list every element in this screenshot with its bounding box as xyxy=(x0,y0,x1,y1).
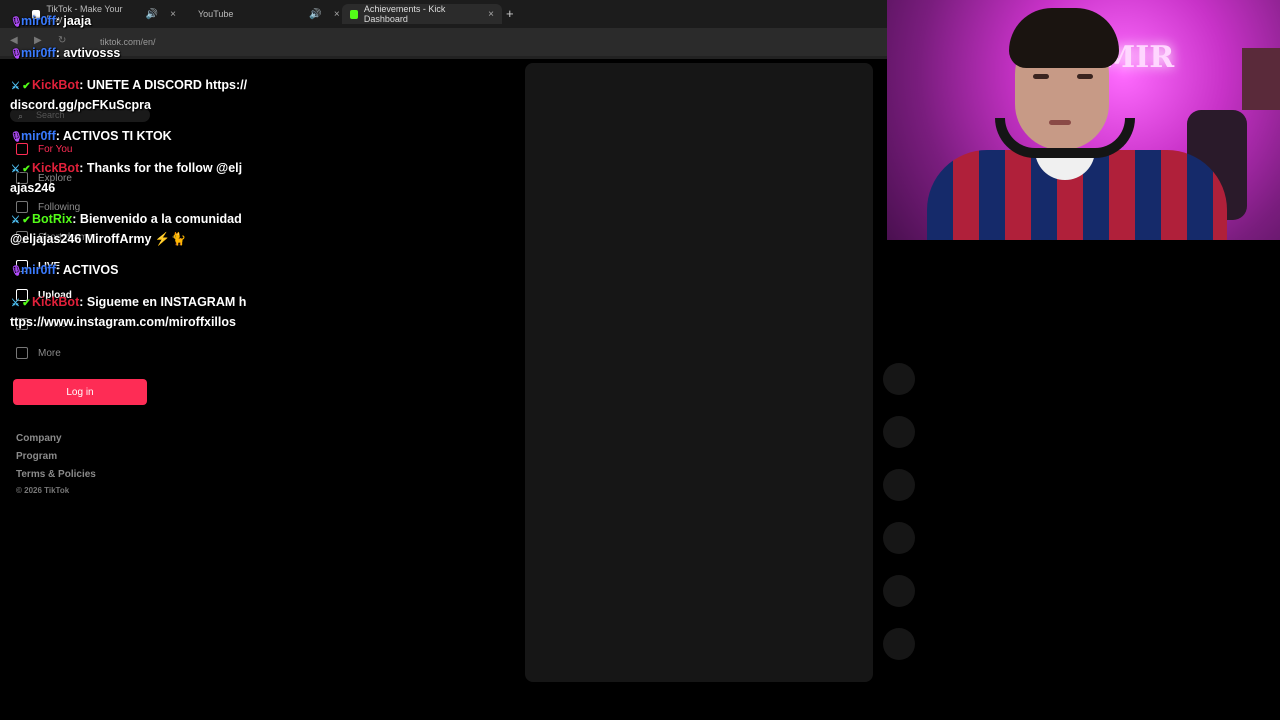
more-icon xyxy=(16,347,28,359)
tab-kick-achievements[interactable]: Achievements - Kick Dashboard × xyxy=(342,4,502,24)
chat-overlay: 🎙mir0ff: jaaja 🎙mir0ff: avtivosss ⚔ ✔Kick… xyxy=(10,12,248,344)
shelf xyxy=(1242,48,1280,110)
streamer-hair xyxy=(1009,8,1119,68)
microphone-badge-icon: 🎙 xyxy=(10,17,23,28)
sidebar-item-label: More xyxy=(38,347,61,359)
chat-message: 🎙mir0ff: ACTIVOS xyxy=(10,261,248,281)
chat-text: ACTIVOS TI KTOK xyxy=(62,129,172,143)
close-tab-icon[interactable]: × xyxy=(488,9,494,20)
chat-username: mir0ff xyxy=(21,46,56,60)
moderator-sword-icon: ⚔ xyxy=(11,81,20,92)
chat-username: KickBot xyxy=(32,161,80,175)
chat-username: KickBot xyxy=(32,295,80,309)
music-disc-placeholder[interactable] xyxy=(883,628,915,660)
eye xyxy=(1033,74,1049,79)
chat-message: 🎙mir0ff: jaaja xyxy=(10,12,248,32)
bookmark-button-placeholder[interactable] xyxy=(883,469,915,501)
tab-label: Achievements - Kick Dashboard xyxy=(363,4,446,24)
login-button[interactable]: Log in xyxy=(13,379,147,405)
chat-username: mir0ff xyxy=(21,14,56,28)
microphone-badge-icon: 🎙 xyxy=(10,49,23,60)
microphone-badge-icon: 🎙 xyxy=(10,266,23,277)
chat-message: ⚔ ✔KickBot: Sigueme en INSTAGRAM https://… xyxy=(10,295,247,329)
chat-message: ⚔ ✔KickBot: Thanks for the follow @eljaja… xyxy=(10,161,243,195)
chat-text: avtivosss xyxy=(63,46,121,60)
moderator-sword-icon: ⚔ xyxy=(11,298,20,309)
chat-message: 🎙mir0ff: ACTIVOS TI KTOK xyxy=(10,127,248,147)
chat-message: ⚔ ✔BotRix: Bienvenido a la comunidad @elj… xyxy=(10,212,242,246)
eye xyxy=(1077,74,1093,79)
footer-link-program[interactable]: Program xyxy=(16,451,57,462)
verified-badge-icon: ✔ xyxy=(22,81,31,92)
webcam-overlay: MIR xyxy=(887,0,1280,240)
chat-username: BotRix xyxy=(32,212,73,226)
new-tab-icon[interactable]: + xyxy=(506,6,514,21)
microphone-badge-icon: 🎙 xyxy=(10,132,23,143)
chat-username: mir0ff xyxy=(21,129,56,143)
like-button-placeholder[interactable] xyxy=(883,363,915,395)
comment-button-placeholder[interactable] xyxy=(883,416,915,448)
sidebar-item-more[interactable]: More xyxy=(16,347,61,359)
more-actions-button-placeholder[interactable] xyxy=(883,575,915,607)
speaker-icon[interactable]: 🔊 xyxy=(309,9,321,20)
chat-message: 🎙mir0ff: avtivosss xyxy=(10,44,248,64)
chat-text: jaaja xyxy=(63,14,92,28)
copyright: © 2026 TikTok xyxy=(16,486,70,495)
moderator-sword-icon: ⚔ xyxy=(11,215,20,226)
close-tab-icon[interactable]: × xyxy=(334,9,340,20)
chat-username: KickBot xyxy=(32,78,80,92)
verified-badge-icon: ✔ xyxy=(22,164,31,175)
chat-username: mir0ff xyxy=(21,263,56,277)
moderator-sword-icon: ⚔ xyxy=(11,164,20,175)
verified-badge-icon: ✔ xyxy=(22,298,31,309)
chat-message: ⚔ ✔KickBot: UNETE A DISCORD https://disco… xyxy=(10,78,248,112)
footer-link-terms[interactable]: Terms & Policies xyxy=(16,469,96,480)
kick-favicon-icon xyxy=(350,9,358,19)
headset xyxy=(995,118,1135,158)
verified-badge-icon: ✔ xyxy=(22,215,31,226)
chat-text: ACTIVOS xyxy=(62,263,119,277)
video-player-placeholder[interactable] xyxy=(525,63,873,682)
share-button-placeholder[interactable] xyxy=(883,522,915,554)
footer-link-company[interactable]: Company xyxy=(16,433,62,444)
